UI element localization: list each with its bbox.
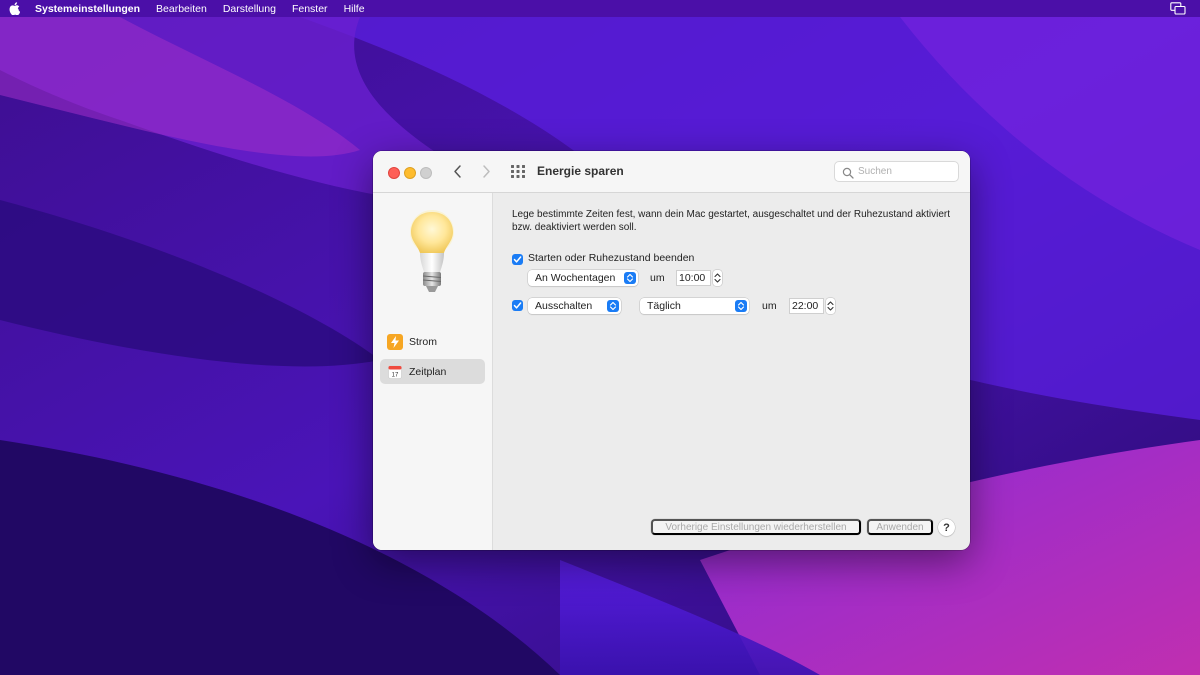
energy-saver-window: Energie sparen Suchen Strom 17 Zeitplan … <box>373 151 970 550</box>
minimize-window-button[interactable] <box>404 167 416 179</box>
popup-chevrons-icon <box>735 300 747 312</box>
search-input[interactable] <box>858 164 953 179</box>
menu-hilfe[interactable]: Hilfe <box>344 3 365 15</box>
window-titlebar: Energie sparen <box>373 151 970 193</box>
shutdown-action-value: Ausschalten <box>535 300 593 312</box>
shutdown-days-value: Täglich <box>647 300 681 312</box>
calendar-icon: 17 <box>387 364 403 380</box>
apply-button[interactable]: Anwenden <box>867 519 933 535</box>
window-title: Energie sparen <box>537 164 624 178</box>
menu-bearbeiten[interactable]: Bearbeiten <box>156 3 207 15</box>
search-field[interactable] <box>834 161 959 182</box>
start-days-value: An Wochentagen <box>535 272 616 284</box>
menu-systemeinstellungen[interactable]: Systemeinstellungen <box>35 3 140 15</box>
magnifying-glass-icon <box>842 166 854 179</box>
sidebar: Strom 17 Zeitplan <box>373 193 493 550</box>
shutdown-um-label: um <box>762 300 777 312</box>
start-days-popup[interactable]: An Wochentagen <box>528 270 638 286</box>
help-button[interactable]: ? <box>938 519 955 536</box>
lightning-bolt-icon <box>387 333 403 350</box>
start-wake-label: Starten oder Ruhezustand beenden <box>528 252 695 264</box>
shutdown-checkbox[interactable] <box>512 300 523 311</box>
menu-fenster[interactable]: Fenster <box>292 3 328 15</box>
menu-darstellung[interactable]: Darstellung <box>223 3 276 15</box>
menu-bar: Systemeinstellungen Bearbeiten Darstellu… <box>0 0 1200 17</box>
forward-chevron-icon[interactable] <box>479 164 493 179</box>
shutdown-time-stepper[interactable] <box>826 298 835 314</box>
zoom-window-button[interactable] <box>420 167 432 179</box>
svg-text:17: 17 <box>392 372 399 378</box>
start-time-stepper[interactable] <box>713 270 722 286</box>
apple-logo-icon[interactable] <box>9 2 23 16</box>
close-window-button[interactable] <box>388 167 400 179</box>
shutdown-days-popup[interactable]: Täglich <box>640 298 749 314</box>
show-all-grid-icon[interactable] <box>511 165 525 178</box>
start-time-value: 10:00 <box>679 272 706 284</box>
shutdown-time-value: 22:00 <box>792 300 819 312</box>
screen-mirroring-icon[interactable] <box>1170 2 1186 15</box>
description-text: Lege bestimmte Zeiten fest, wann dein Ma… <box>512 209 951 233</box>
back-chevron-icon[interactable] <box>451 164 465 179</box>
restore-previous-settings-button[interactable]: Vorherige Einstellungen wiederherstellen <box>651 519 861 535</box>
shutdown-time-field[interactable]: 22:00 <box>789 298 824 314</box>
start-um-label: um <box>650 272 665 284</box>
start-wake-checkbox[interactable] <box>512 254 523 265</box>
sidebar-item-zeitplan[interactable]: 17 Zeitplan <box>380 359 485 384</box>
light-bulb-icon <box>404 208 460 300</box>
sidebar-item-label: Zeitplan <box>409 365 447 378</box>
start-time-field[interactable]: 10:00 <box>676 270 711 286</box>
schedule-pane: Lege bestimmte Zeiten fest, wann dein Ma… <box>493 193 970 550</box>
shutdown-action-popup[interactable]: Ausschalten <box>528 298 621 314</box>
sidebar-item-strom[interactable]: Strom <box>380 329 485 354</box>
sidebar-item-label: Strom <box>409 335 438 348</box>
popup-chevrons-icon <box>607 300 619 312</box>
popup-chevrons-icon <box>624 272 636 284</box>
